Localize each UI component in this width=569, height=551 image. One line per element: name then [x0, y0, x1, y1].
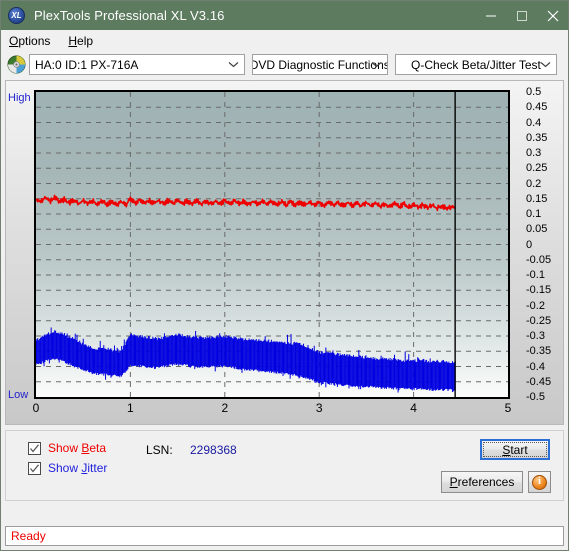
- y-axis-tick: -0.15: [526, 284, 552, 297]
- y-axis-tick: -0.2: [526, 299, 545, 312]
- xl-app-icon: XL: [8, 7, 25, 24]
- show-beta-label: Show Beta: [48, 441, 107, 455]
- info-button[interactable]: i: [528, 471, 551, 493]
- minimize-icon[interactable]: [475, 1, 506, 30]
- y-axis-tick: -0.1: [526, 269, 545, 281]
- y-axis-tick: -0.45: [526, 375, 552, 388]
- plot-wrapper: High Low: [8, 90, 510, 401]
- chart-panel: High Low 0.5 0.45 0.4 0.35 0.3 0.25 0.2 0.15 0.1…: [5, 80, 564, 425]
- y-axis-tick: 0.35: [526, 131, 548, 144]
- show-jitter-label: Show Jitter: [48, 461, 108, 475]
- menu-bar: Options Help: [1, 30, 568, 51]
- y-axis-tick: -0.35: [526, 345, 552, 358]
- y-axis-tick: -0.4: [526, 360, 545, 373]
- preferences-button-label: Preferences: [449, 475, 515, 489]
- x-axis-tick: 4: [410, 401, 417, 415]
- start-button[interactable]: Start: [480, 439, 550, 460]
- lsn-label: LSN:: [146, 443, 173, 457]
- close-icon[interactable]: [537, 1, 568, 30]
- drive-select-value: HA:0 ID:1 PX-716A: [35, 57, 139, 72]
- show-jitter-row[interactable]: Show Jitter: [28, 461, 107, 475]
- x-axis-tick: 5: [504, 401, 512, 415]
- y-axis-tick: 0.25: [526, 162, 548, 175]
- axis-label-high: High: [8, 92, 31, 104]
- x-axis-tick: 0: [32, 401, 40, 415]
- start-button-inner: Start: [483, 442, 547, 457]
- start-button-label: Start: [502, 442, 528, 457]
- y-axis-tick: 0.3: [526, 147, 542, 159]
- x-axis-tick: 1: [127, 401, 134, 415]
- function-select[interactable]: DVD Diagnostic Functions: [251, 54, 388, 75]
- show-beta-checkbox[interactable]: [28, 441, 41, 455]
- axis-label-low: Low: [8, 389, 29, 401]
- y-axis-tick: 0.5: [526, 86, 542, 98]
- y-axis-tick: -0.05: [526, 253, 552, 266]
- options-panel: Show Beta Show Jitter LSN: 2298368 Start…: [5, 430, 564, 501]
- show-beta-row[interactable]: Show Beta: [28, 441, 106, 455]
- menu-item-help[interactable]: Help: [68, 34, 93, 48]
- title-bar: XL PlexTools Professional XL V3.16: [1, 1, 568, 30]
- y-axis-tick: 0.4: [526, 116, 542, 129]
- info-icon: i: [532, 474, 547, 490]
- x-axis-tick: 3: [315, 401, 323, 415]
- lsn-value: 2298368: [190, 443, 237, 457]
- test-select-value: Q-Check Beta/Jitter Test: [411, 57, 541, 72]
- chevron-down-icon: [371, 55, 382, 74]
- menu-item-options[interactable]: Options: [9, 34, 50, 48]
- y-axis-tick: -0.3: [526, 330, 545, 342]
- drive-select[interactable]: HA:0 ID:1 PX-716A: [29, 54, 245, 75]
- test-select[interactable]: Q-Check Beta/Jitter Test: [394, 54, 557, 75]
- y-axis-tick-labels: 0.5 0.45 0.4 0.35 0.3 0.25 0.2 0.15 0.1 0.05 0 -0.0…: [518, 86, 564, 403]
- window-controls: [475, 1, 568, 30]
- toolbar: HA:0 ID:1 PX-716A DVD Diagnostic Functio…: [1, 51, 568, 78]
- y-axis-tick: -0.25: [526, 314, 552, 327]
- show-jitter-checkbox[interactable]: [28, 461, 41, 475]
- maximize-icon[interactable]: [506, 1, 537, 30]
- function-select-value: DVD Diagnostic Functions: [251, 57, 388, 72]
- y-axis-tick: 0: [526, 238, 533, 251]
- chart-canvas: [36, 92, 508, 397]
- chevron-down-icon: [228, 55, 239, 74]
- x-axis-tick-labels: 0 1 2 3 4 5: [32, 401, 512, 419]
- status-text: Ready: [11, 529, 46, 543]
- y-axis-tick: 0.2: [526, 177, 542, 190]
- y-axis-tick: 0.1: [526, 208, 542, 220]
- optical-disc-icon: [7, 55, 26, 74]
- y-axis-tick: 0.05: [526, 223, 548, 236]
- preferences-button[interactable]: Preferences: [441, 471, 523, 493]
- plot-area[interactable]: [34, 90, 510, 399]
- window-title: PlexTools Professional XL V3.16: [34, 8, 225, 23]
- status-bar: Ready: [5, 526, 564, 546]
- y-axis-tick: 0.45: [526, 101, 548, 114]
- x-axis-tick: 2: [221, 401, 229, 415]
- y-axis-tick: 0.15: [526, 192, 548, 205]
- chevron-down-icon: [540, 55, 551, 74]
- y-axis-tick: -0.5: [526, 391, 545, 403]
- application-window: XL PlexTools Professional XL V3.16 Optio…: [0, 0, 569, 551]
